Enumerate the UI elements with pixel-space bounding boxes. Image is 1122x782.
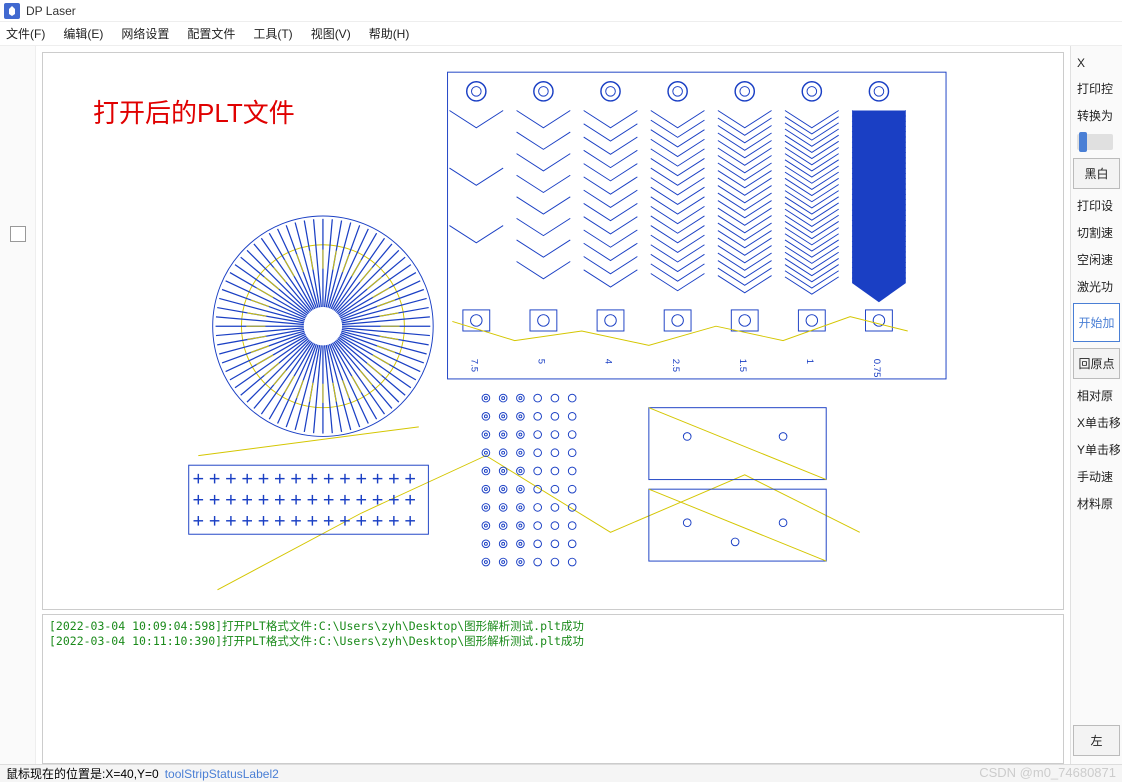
left-button[interactable]: 左 <box>1073 725 1120 756</box>
menu-tools[interactable]: 工具(T) <box>253 25 292 42</box>
laser-power-label: 激光功 <box>1073 276 1120 297</box>
svg-text:4: 4 <box>603 359 614 365</box>
app-title: DP Laser <box>26 4 76 18</box>
material-origin-label: 材料原 <box>1073 493 1120 514</box>
titlebar: DP Laser <box>0 0 1122 22</box>
svg-text:0.75: 0.75 <box>871 359 882 378</box>
menu-view[interactable]: 视图(V) <box>311 25 351 42</box>
cut-speed-label: 切割速 <box>1073 222 1120 243</box>
convert-to-label: 转换为 <box>1073 105 1120 126</box>
log-panel[interactable]: [2022-03-04 10:09:04:598]打开PLT格式文件:C:\Us… <box>42 614 1064 764</box>
left-toolbar <box>0 46 36 764</box>
right-panel: X 打印控 转换为 黑白 打印设 切割速 空闲速 激光功 开始加 回原点 相对原… <box>1070 46 1122 764</box>
convert-slider[interactable] <box>1077 134 1113 150</box>
log-line: [2022-03-04 10:09:04:598]打开PLT格式文件:C:\Us… <box>49 619 1057 634</box>
drawing-canvas[interactable]: 打开后的PLT文件 7.5 5 4 2.5 1.5 1 0.75 <box>42 52 1064 610</box>
statusbar: 鼠标现在的位置是:X=40,Y=0 toolStripStatusLabel2 <box>0 764 1122 782</box>
svg-text:1: 1 <box>804 359 815 364</box>
svg-text:1.5: 1.5 <box>737 359 748 372</box>
svg-text:7.5: 7.5 <box>469 359 480 372</box>
print-control-label: 打印控 <box>1073 78 1120 99</box>
start-processing-button[interactable]: 开始加 <box>1073 303 1120 342</box>
main-area: 打开后的PLT文件 7.5 5 4 2.5 1.5 1 0.75 <box>0 46 1122 764</box>
menu-network[interactable]: 网络设置 <box>121 25 169 42</box>
menu-config[interactable]: 配置文件 <box>187 25 235 42</box>
menu-file[interactable]: 文件(F) <box>6 25 45 42</box>
menu-help[interactable]: 帮助(H) <box>369 25 410 42</box>
manual-speed-label: 手动速 <box>1073 466 1120 487</box>
svg-text:5: 5 <box>536 359 547 364</box>
mouse-position-label: 鼠标现在的位置是:X=40,Y=0 <box>6 765 159 782</box>
x-label: X <box>1073 54 1120 72</box>
plt-drawing: 7.5 5 4 2.5 1.5 1 0.75 <box>43 53 1063 609</box>
print-settings-label: 打印设 <box>1073 195 1120 216</box>
app-icon <box>4 3 20 19</box>
annotation-label: 打开后的PLT文件 <box>93 93 295 130</box>
log-line: [2022-03-04 10:11:10:390]打开PLT格式文件:C:\Us… <box>49 634 1057 649</box>
idle-speed-label: 空闲速 <box>1073 249 1120 270</box>
menu-edit[interactable]: 编辑(E) <box>63 25 103 42</box>
tool-rect-icon[interactable] <box>10 226 26 242</box>
center-column: 打开后的PLT文件 7.5 5 4 2.5 1.5 1 0.75 <box>36 46 1070 764</box>
svg-text:2.5: 2.5 <box>670 359 681 372</box>
relative-origin-label: 相对原 <box>1073 385 1120 406</box>
menubar: 文件(F) 编辑(E) 网络设置 配置文件 工具(T) 视图(V) 帮助(H) <box>0 22 1122 46</box>
return-origin-button[interactable]: 回原点 <box>1073 348 1120 379</box>
status-label-2: toolStripStatusLabel2 <box>165 767 279 781</box>
watermark: CSDN @m0_74680871 <box>979 765 1116 780</box>
bw-button[interactable]: 黑白 <box>1073 158 1120 189</box>
y-click-move-label: Y单击移 <box>1073 439 1120 460</box>
x-click-move-label: X单击移 <box>1073 412 1120 433</box>
